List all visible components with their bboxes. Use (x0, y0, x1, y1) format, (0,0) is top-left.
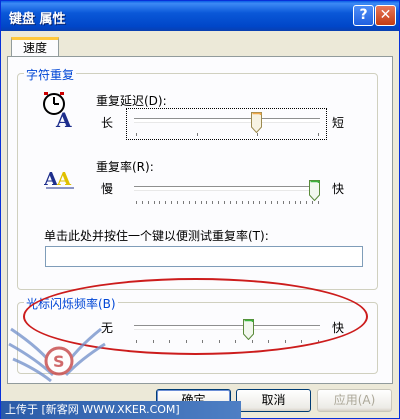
repeat-rate-slow-label: 慢 (101, 182, 114, 196)
cancel-button[interactable]: 取消 (236, 389, 311, 412)
slider-tick (257, 133, 258, 136)
slider-tick (236, 201, 237, 204)
slider-tick (318, 133, 319, 136)
slider-tick (248, 201, 249, 204)
slider-tick (201, 201, 202, 204)
repeat-delay-icon: A (43, 92, 72, 131)
slider-tick (265, 201, 266, 204)
svg-text:A: A (56, 169, 72, 190)
slider-tick (136, 133, 137, 136)
slider-tick (295, 201, 296, 204)
window-title: 键盘 属性 (9, 12, 66, 27)
slider-tick (306, 201, 307, 204)
title-bar[interactable]: 键盘 属性 ? ✕ (1, 1, 399, 31)
character-repeat-group-label: 字符重复 (24, 66, 77, 83)
repeat-delay-slider-track[interactable] (134, 118, 320, 123)
repeat-delay-long-label: 长 (101, 116, 114, 130)
slider-tick (171, 201, 172, 204)
help-button[interactable]: ? (353, 5, 374, 26)
repeat-delay-short-label: 短 (332, 116, 345, 130)
repeat-test-label: 单击此处并按住一个键以便测试重复率(T): (44, 229, 269, 243)
slider-tick (230, 201, 231, 204)
slider-tick (195, 201, 196, 204)
close-button[interactable]: ✕ (375, 5, 396, 26)
tab-speed[interactable]: 速度 (11, 37, 59, 57)
slider-tick (283, 201, 284, 204)
slider-tick (159, 201, 160, 204)
upload-caption: 上传于 [新客网 WWW.XKER.COM] (1, 401, 241, 419)
repeat-delay-slider-thumb[interactable] (251, 112, 262, 133)
slider-tick (212, 201, 213, 204)
slider-tick (312, 201, 313, 204)
slider-tick (206, 201, 207, 204)
repeat-rate-slider-track[interactable] (134, 186, 320, 191)
slider-tick (148, 201, 149, 204)
repeat-rate-label: 重复率(R): (96, 160, 154, 174)
repeat-rate-fast-label: 快 (332, 182, 345, 196)
svg-text:S: S (53, 352, 65, 371)
repeat-delay-label: 重复延迟(D): (96, 94, 167, 108)
slider-tick (271, 201, 272, 204)
slider-tick (224, 201, 225, 204)
repeat-rate-icon: A A (44, 169, 74, 190)
slider-tick (177, 201, 178, 204)
keyboard-properties-window: 键盘 属性 ? ✕ 速度 字符重复 A 重复延迟(D): 长 短 A A 重复率… (0, 0, 400, 419)
slider-tick (218, 201, 219, 204)
slider-tick (277, 201, 278, 204)
slider-tick (197, 133, 198, 136)
slider-tick (289, 201, 290, 204)
slider-tick (154, 201, 155, 204)
slider-tick (300, 201, 301, 204)
repeat-test-input[interactable] (45, 246, 363, 267)
slider-tick (253, 201, 254, 204)
slider-tick (318, 201, 319, 204)
watermark-logo: S (8, 327, 106, 383)
repeat-delay-slider-ticks (136, 133, 319, 137)
slider-tick (165, 201, 166, 204)
apply-button[interactable]: 应用(A) (317, 389, 392, 412)
slider-tick (183, 201, 184, 204)
slider-tick (136, 201, 137, 204)
slider-tick (142, 201, 143, 204)
slider-tick (242, 201, 243, 204)
repeat-rate-slider-ticks (136, 201, 319, 205)
svg-text:A: A (55, 108, 72, 131)
slider-tick (189, 201, 190, 204)
slider-tick (259, 201, 260, 204)
repeat-rate-slider-thumb[interactable] (309, 180, 320, 201)
